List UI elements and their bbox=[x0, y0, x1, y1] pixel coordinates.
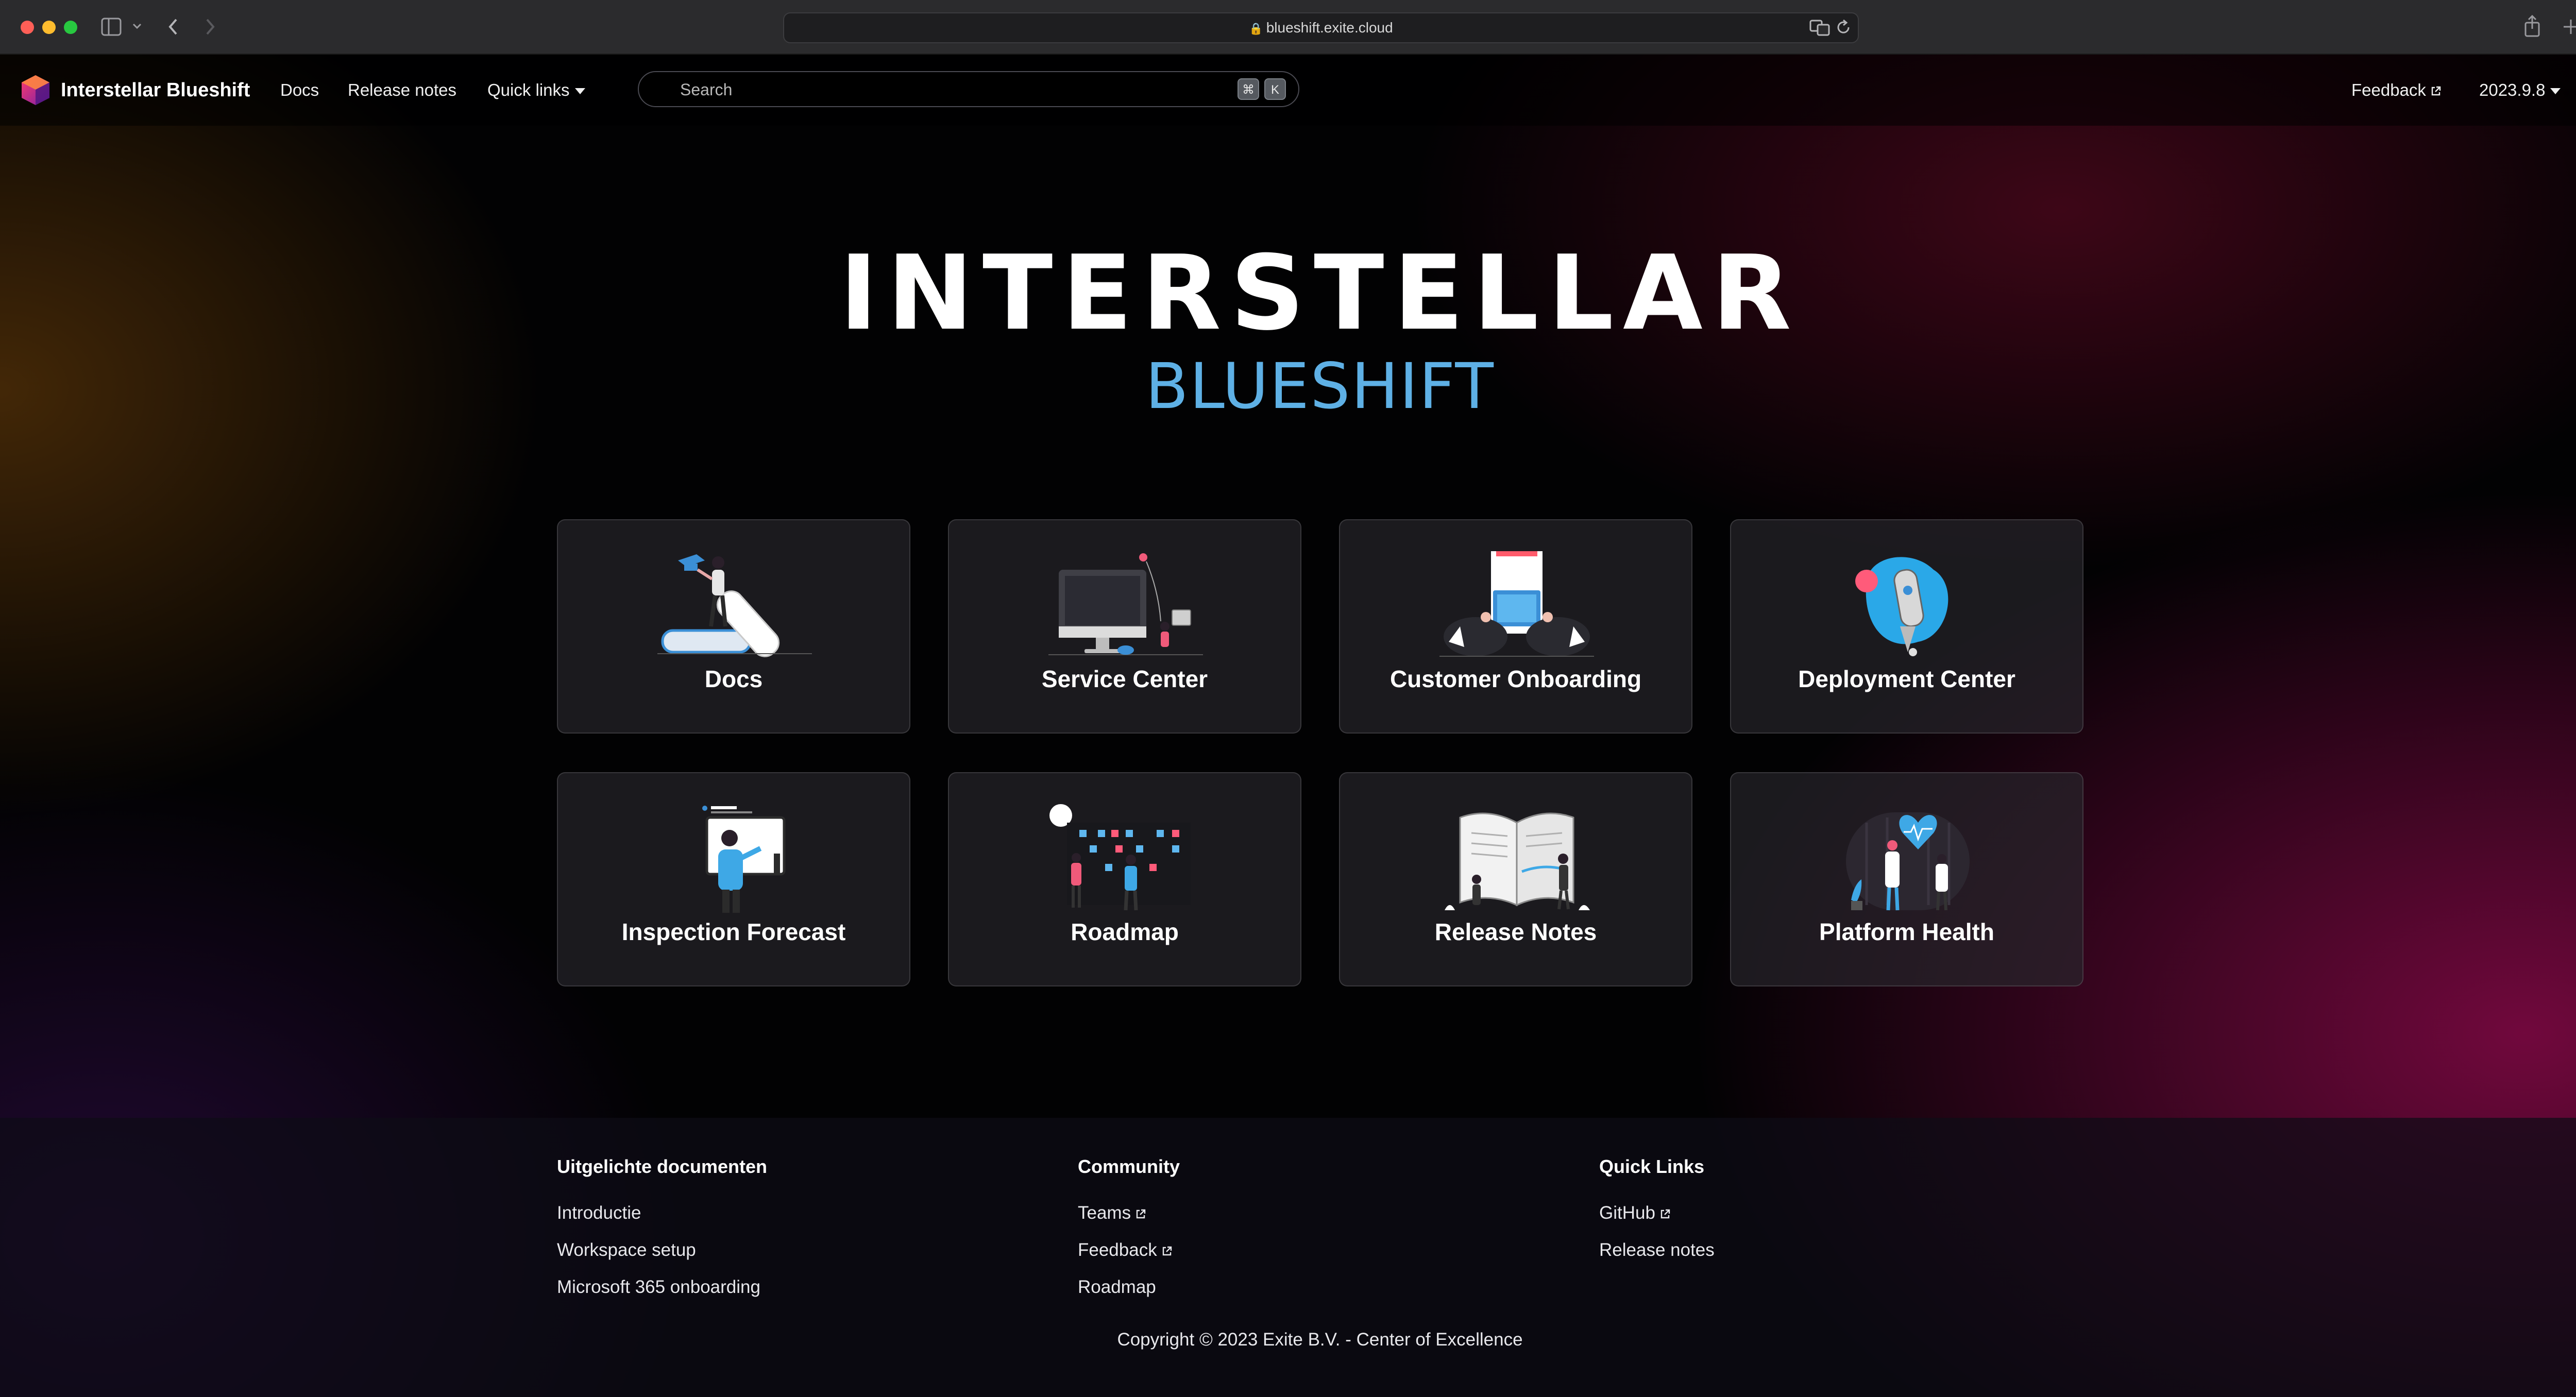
minimize-window-button[interactable] bbox=[42, 21, 56, 34]
back-arrow-icon[interactable] bbox=[167, 18, 179, 36]
hero-title: INTERSTELLAR bbox=[839, 233, 1801, 353]
computer-service-illustration-icon bbox=[1048, 553, 1203, 655]
footer-column-title: Quick Links bbox=[1599, 1156, 1705, 1177]
search-box[interactable]: ⌘ K bbox=[638, 71, 1299, 107]
caret-down-icon bbox=[2550, 88, 2561, 95]
command-key-hint: ⌘ bbox=[1238, 78, 1259, 100]
hero-subtitle: BLUESHIFT bbox=[1145, 350, 1495, 423]
feedback-link[interactable]: Feedback bbox=[2351, 78, 2442, 102]
footer-column-title: Uitgelichte documenten bbox=[557, 1156, 768, 1177]
footer-link-release-notes[interactable]: Release notes bbox=[1599, 1237, 1715, 1263]
whiteboard-illustration-icon bbox=[702, 806, 786, 913]
card-release-notes[interactable]: Release Notes bbox=[1339, 772, 1692, 986]
footer-link-label: GitHub bbox=[1599, 1203, 1655, 1223]
rocket-illustration-icon bbox=[1855, 557, 1948, 656]
nav-link-release-notes[interactable]: Release notes bbox=[348, 78, 456, 102]
lock-icon: 🔒 bbox=[1249, 22, 1263, 35]
footer-link-m365-onboarding[interactable]: Microsoft 365 onboarding bbox=[557, 1274, 767, 1300]
version-label: 2023.9.8 bbox=[2479, 80, 2546, 99]
footer-column-featured-docs: Uitgelichte documenten Introductie Works… bbox=[557, 1154, 767, 1311]
site-footer: Uitgelichte documenten Introductie Works… bbox=[0, 1118, 2576, 1397]
card-label: Docs bbox=[704, 666, 763, 692]
open-book-illustration-icon bbox=[1445, 812, 1590, 910]
footer-link-roadmap[interactable]: Roadmap bbox=[1078, 1274, 1180, 1300]
copyright-text: Copyright © 2023 Exite B.V. - Center of … bbox=[1117, 1330, 1523, 1350]
close-window-button[interactable] bbox=[21, 21, 34, 34]
translate-icon[interactable] bbox=[1809, 19, 1830, 36]
card-label: Release Notes bbox=[1434, 918, 1597, 945]
address-bar[interactable]: 🔒 blueshift.exite.cloud bbox=[783, 12, 1859, 43]
card-label: Roadmap bbox=[1071, 918, 1179, 945]
card-label: Deployment Center bbox=[1798, 666, 2015, 692]
footer-column-quick-links: Quick Links GitHub Release notes bbox=[1599, 1154, 1715, 1274]
k-key-hint: K bbox=[1264, 78, 1286, 100]
footer-link-workspace-setup[interactable]: Workspace setup bbox=[557, 1237, 767, 1263]
version-dropdown[interactable]: 2023.9.8 bbox=[2479, 78, 2561, 102]
footer-link-label: Feedback bbox=[1078, 1240, 1157, 1260]
site-navbar: Interstellar Blueshift Docs Release note… bbox=[0, 55, 2576, 126]
new-tab-icon[interactable] bbox=[2562, 18, 2576, 36]
footer-link-github[interactable]: GitHub bbox=[1599, 1200, 1715, 1226]
interstellar-logo-icon[interactable] bbox=[19, 73, 53, 107]
card-customer-onboarding[interactable]: Customer Onboarding bbox=[1339, 519, 1692, 734]
caret-down-icon bbox=[574, 88, 585, 95]
footer-link-introductie[interactable]: Introductie bbox=[557, 1200, 767, 1226]
roadmap-board-illustration-icon bbox=[1049, 804, 1191, 911]
card-platform-health[interactable]: Platform Health bbox=[1730, 772, 2083, 986]
forward-arrow-icon[interactable] bbox=[204, 18, 216, 36]
health-heart-illustration-icon bbox=[1846, 812, 1970, 911]
card-service-center[interactable]: Service Center bbox=[948, 519, 1301, 734]
footer-link-label: Teams bbox=[1078, 1203, 1131, 1223]
footer-column-community: Community Teams Feedback Roadmap bbox=[1078, 1154, 1180, 1311]
card-label: Service Center bbox=[1041, 666, 1208, 692]
onboarding-laptop-illustration-icon bbox=[1439, 551, 1594, 657]
card-label: Platform Health bbox=[1819, 918, 1994, 945]
card-docs[interactable]: Docs bbox=[557, 519, 910, 734]
url-text: blueshift.exite.cloud bbox=[1266, 20, 1393, 36]
share-icon[interactable] bbox=[2523, 14, 2541, 37]
zoom-window-button[interactable] bbox=[64, 21, 77, 34]
nav-dropdown-quick-links[interactable]: Quick links bbox=[487, 78, 585, 102]
quick-links-label: Quick links bbox=[487, 80, 570, 99]
card-label: Inspection Forecast bbox=[621, 918, 846, 945]
brand-title[interactable]: Interstellar Blueshift bbox=[61, 77, 250, 103]
card-label: Customer Onboarding bbox=[1389, 666, 1642, 692]
footer-link-feedback[interactable]: Feedback bbox=[1078, 1237, 1180, 1263]
card-deployment-center[interactable]: Deployment Center bbox=[1730, 519, 2083, 734]
external-link-icon bbox=[1136, 1209, 1146, 1218]
browser-toolbar: 🔒 blueshift.exite.cloud bbox=[0, 0, 2576, 55]
feedback-label: Feedback bbox=[2351, 80, 2426, 99]
external-link-icon bbox=[1162, 1246, 1172, 1255]
card-roadmap[interactable]: Roadmap bbox=[948, 772, 1301, 986]
external-link-icon bbox=[2431, 87, 2441, 96]
search-input[interactable] bbox=[639, 72, 1248, 107]
footer-column-title: Community bbox=[1078, 1156, 1180, 1177]
books-illustration-icon bbox=[657, 554, 812, 657]
chevron-down-icon[interactable] bbox=[132, 23, 142, 30]
footer-link-teams[interactable]: Teams bbox=[1078, 1200, 1180, 1226]
nav-link-docs[interactable]: Docs bbox=[280, 78, 319, 102]
card-inspection-forecast[interactable]: Inspection Forecast bbox=[557, 772, 910, 986]
reload-icon[interactable] bbox=[1835, 19, 1852, 36]
sidebar-toggle-icon[interactable] bbox=[101, 18, 122, 36]
external-link-icon bbox=[1660, 1209, 1670, 1218]
